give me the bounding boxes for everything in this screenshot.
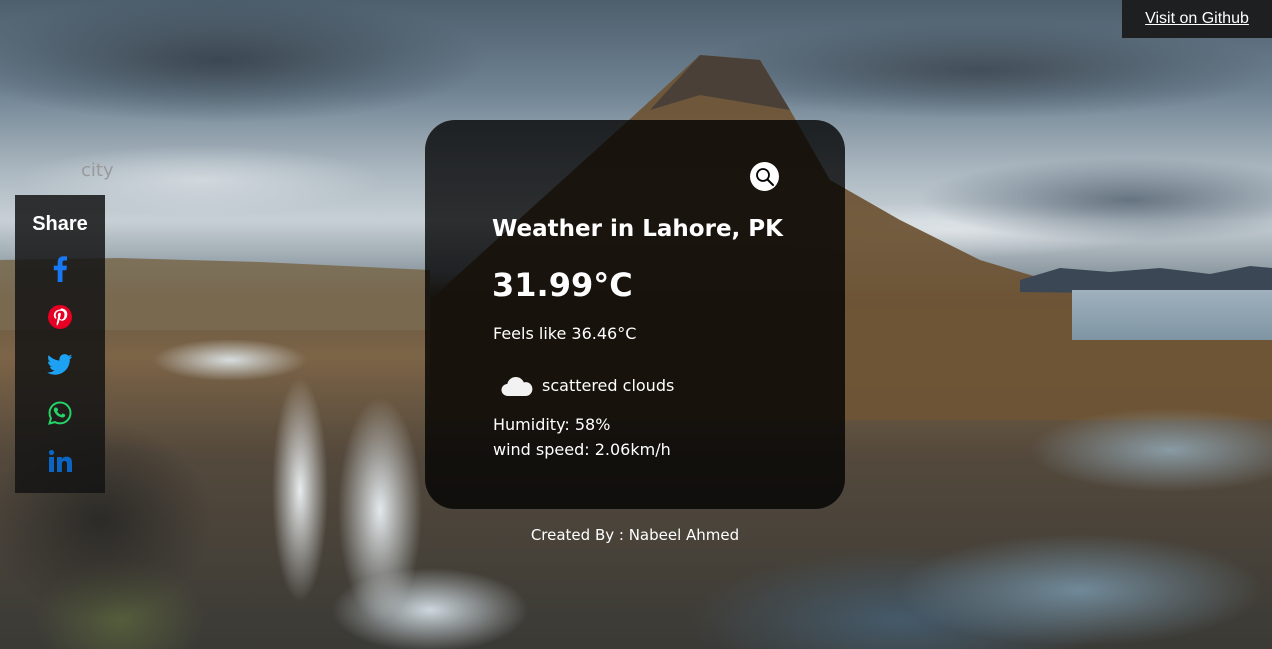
whatsapp-icon[interactable] <box>47 400 73 426</box>
github-link-box: Visit on Github <box>1122 0 1272 38</box>
humidity-text: Humidity: 58% <box>493 415 611 434</box>
share-sidebar: Share <box>15 195 105 493</box>
temperature-value: 31.99°C <box>492 266 633 304</box>
pinterest-icon[interactable] <box>47 304 73 330</box>
twitter-icon[interactable] <box>47 352 73 378</box>
background-sea <box>1072 290 1272 340</box>
weather-city-title: Weather in Lahore, PK <box>492 216 783 242</box>
city-search-input[interactable] <box>68 155 311 185</box>
creator-credit: Created By : Nabeel Ahmed <box>530 526 740 544</box>
wind-speed-text: wind speed: 2.06km/h <box>493 440 671 459</box>
facebook-icon[interactable] <box>47 256 73 282</box>
cloud-icon <box>501 377 533 396</box>
search-button[interactable] <box>750 162 779 191</box>
weather-description: scattered clouds <box>542 376 675 395</box>
feels-like-text: Feels like 36.46°C <box>493 324 637 343</box>
linkedin-icon[interactable] <box>47 448 73 474</box>
github-link[interactable]: Visit on Github <box>1145 10 1249 28</box>
share-title: Share <box>32 213 88 235</box>
search-icon <box>755 167 774 186</box>
